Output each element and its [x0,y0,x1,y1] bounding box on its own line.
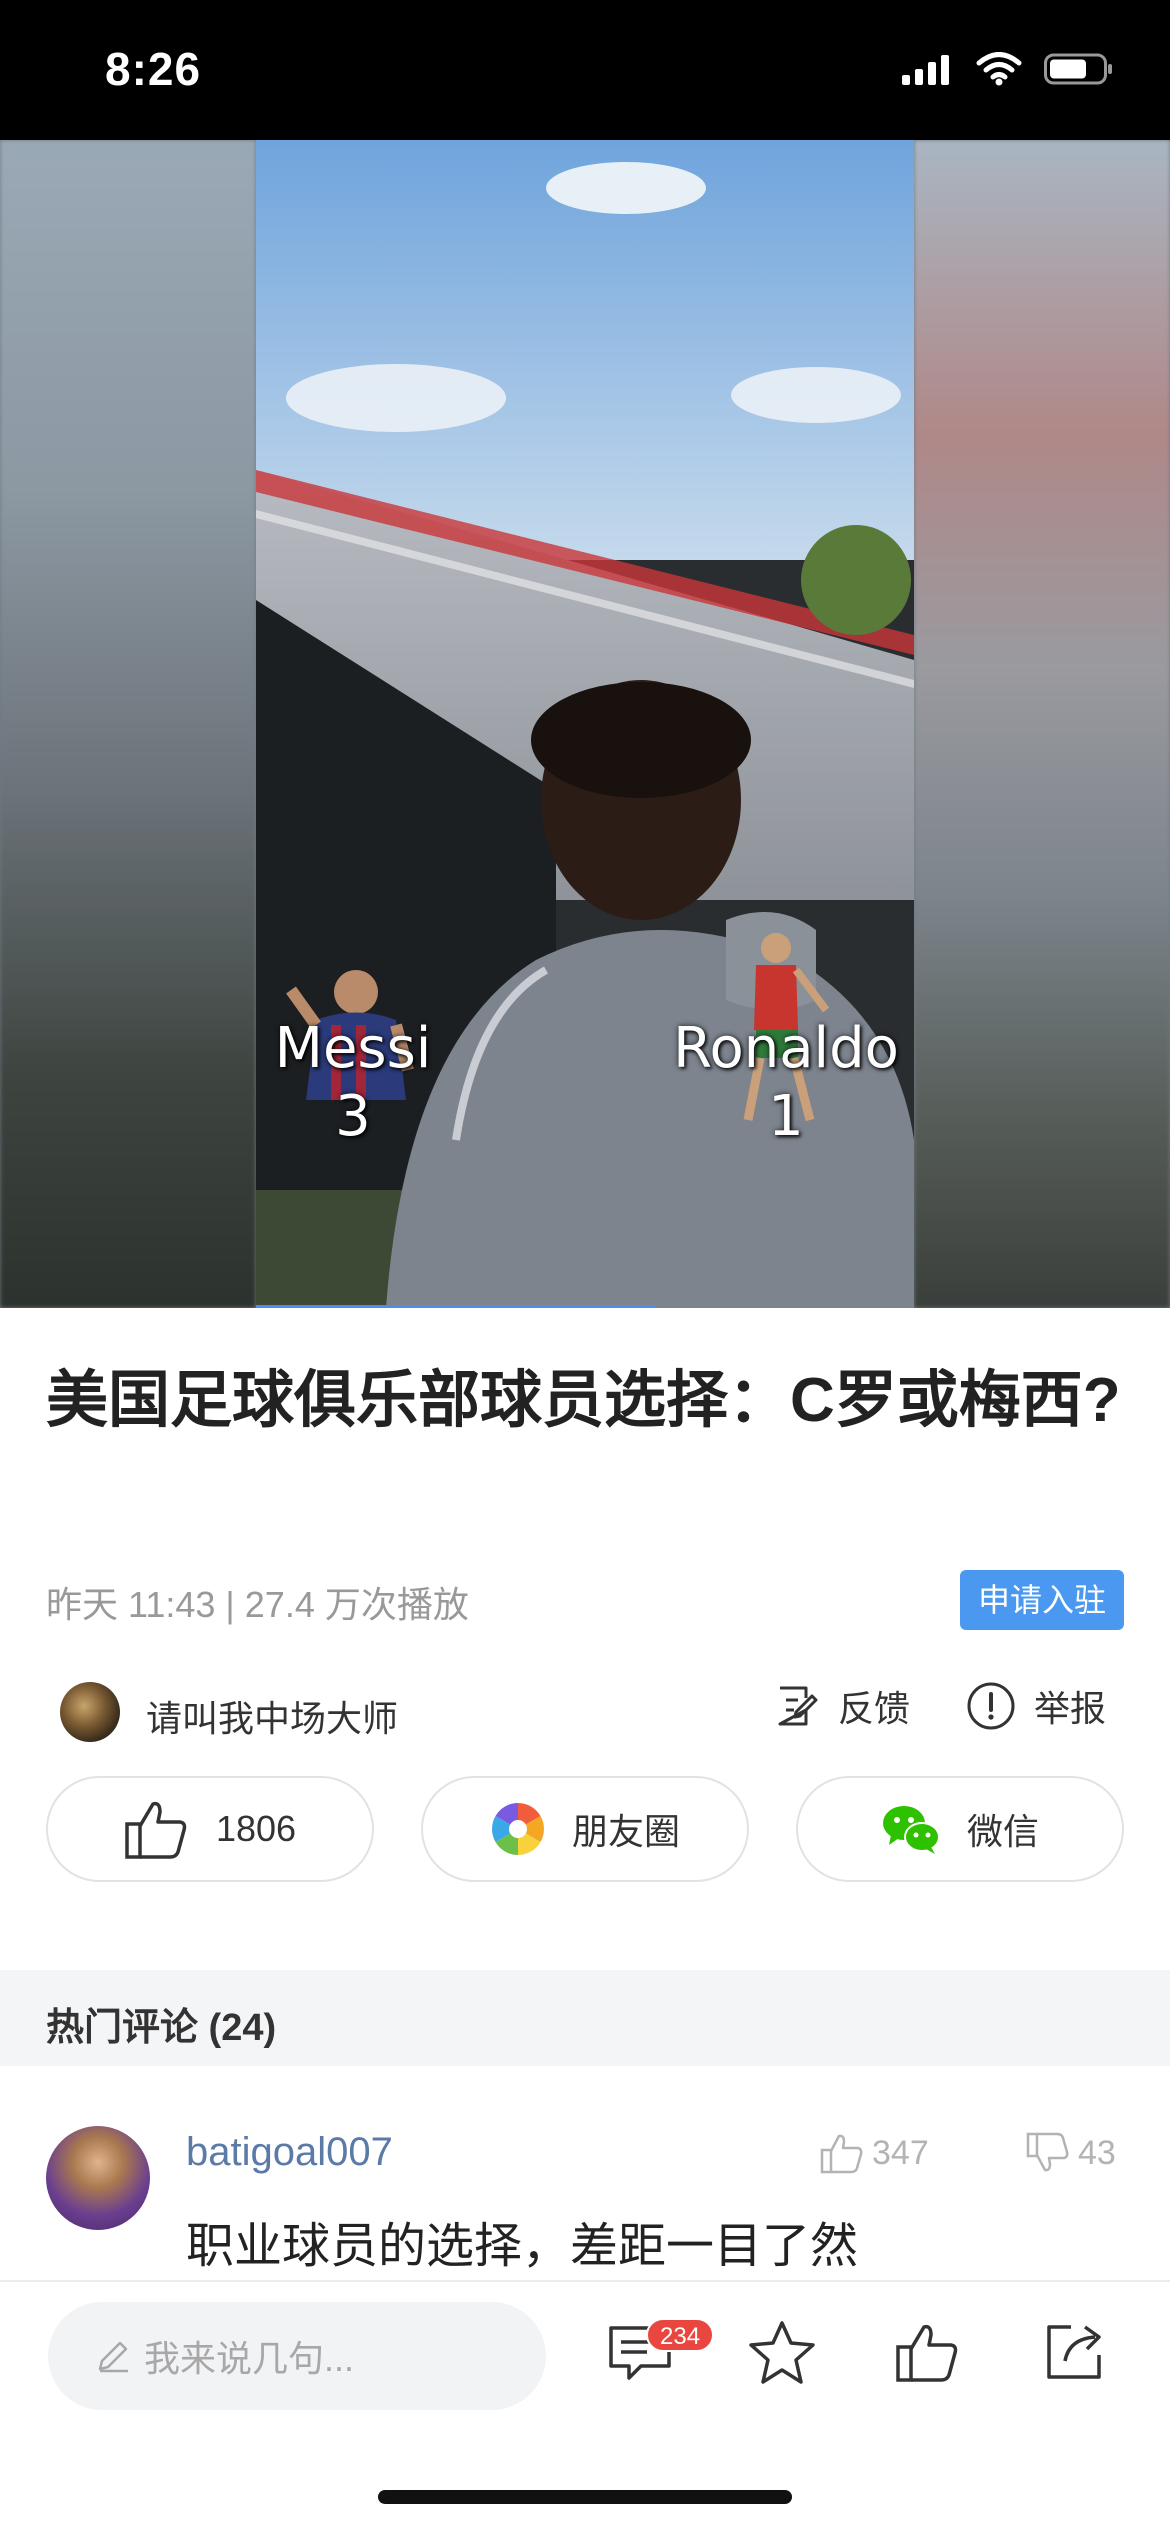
like-count: 1806 [215,1808,297,1849]
battery-icon [1044,53,1112,85]
comment-downvote-button[interactable]: 43 [1026,2132,1116,2174]
thumbs-up-icon [820,2134,863,2174]
comments-header-title: 热门评论 (24) [46,2007,277,2049]
comment-text: 职业球员的选择，差距一目了然 [186,2220,859,2273]
status-bar: 8:26 [0,0,1170,140]
ronaldo-label: Ronaldo [673,1016,899,1081]
bottom-bar: 我来说几句... 234 [0,2280,1170,2532]
share-moments-button[interactable]: 朋友圈 [421,1776,749,1882]
comment-upvote-count: 347 [872,2133,929,2172]
author-name[interactable]: 请叫我中场大师 [146,1690,398,1742]
feedback-label: 反馈 [838,1688,911,1729]
comment-input[interactable]: 我来说几句... [48,2302,546,2410]
comment-item: batigoal007 347 43 职业球员的选择，差距一目了然 [0,2120,1170,2273]
wifi-icon [976,52,1022,86]
comment-avatar[interactable] [46,2126,150,2230]
article-title: 美国足球俱乐部球员选择：C罗或梅西? [46,1366,1121,1435]
ronaldo-count: 1 [768,1084,804,1149]
signal-icon [902,55,949,85]
wechat-icon [882,1806,940,1854]
comments-header: 热门评论 (24) [0,1970,1170,2066]
thumbs-up-icon [125,1801,187,1859]
like-button[interactable]: 1806 [46,1776,374,1882]
favorite-button[interactable] [742,2312,822,2392]
status-icons [902,52,1114,86]
share-icon [1047,2325,1101,2379]
share-button[interactable] [1034,2312,1114,2392]
moments-icon [492,1803,544,1855]
feedback-button[interactable]: 反馈 [772,1680,910,1732]
messi-count: 3 [335,1084,371,1149]
thumbs-up-icon [896,2324,958,2382]
author-row: 请叫我中场大师 反馈 举报 [46,1676,1124,1750]
comment-downvote-count: 43 [1078,2133,1116,2172]
star-icon [749,2321,815,2384]
video-blur-left [0,140,256,1308]
feedback-icon [778,1686,818,1726]
moments-label: 朋友圈 [571,1811,680,1852]
report-icon [967,1682,1015,1730]
article-meta: 昨天 11:43 | 27.4 万次播放 [46,1584,469,1625]
home-indicator[interactable] [378,2490,792,2504]
video-progress-bar[interactable] [256,1305,656,1308]
comment-username[interactable]: batigoal007 [186,2130,393,2175]
report-button[interactable]: 举报 [966,1680,1106,1732]
author-avatar[interactable] [60,1682,120,1742]
join-button[interactable]: 申请入驻 [959,1570,1124,1630]
like-bar-button[interactable] [888,2312,968,2392]
comment-input-placeholder: 我来说几句... [144,2338,355,2379]
thumbs-down-icon [1026,2132,1069,2172]
pencil-icon [98,2341,128,2373]
video-blur-right [914,140,1170,1308]
comment-count-badge: 234 [646,2318,715,2352]
wechat-label: 微信 [966,1811,1039,1852]
share-wechat-button[interactable]: 微信 [796,1776,1124,1882]
video-player[interactable]: Messi 3 Ronaldo 1 [0,140,1170,1308]
report-label: 举报 [1034,1688,1107,1729]
status-time: 8:26 [105,43,202,95]
comment-upvote-button[interactable]: 347 [820,2132,929,2174]
messi-label: Messi [274,1016,432,1081]
share-row: 1806 朋友圈 微信 [46,1776,1124,1882]
